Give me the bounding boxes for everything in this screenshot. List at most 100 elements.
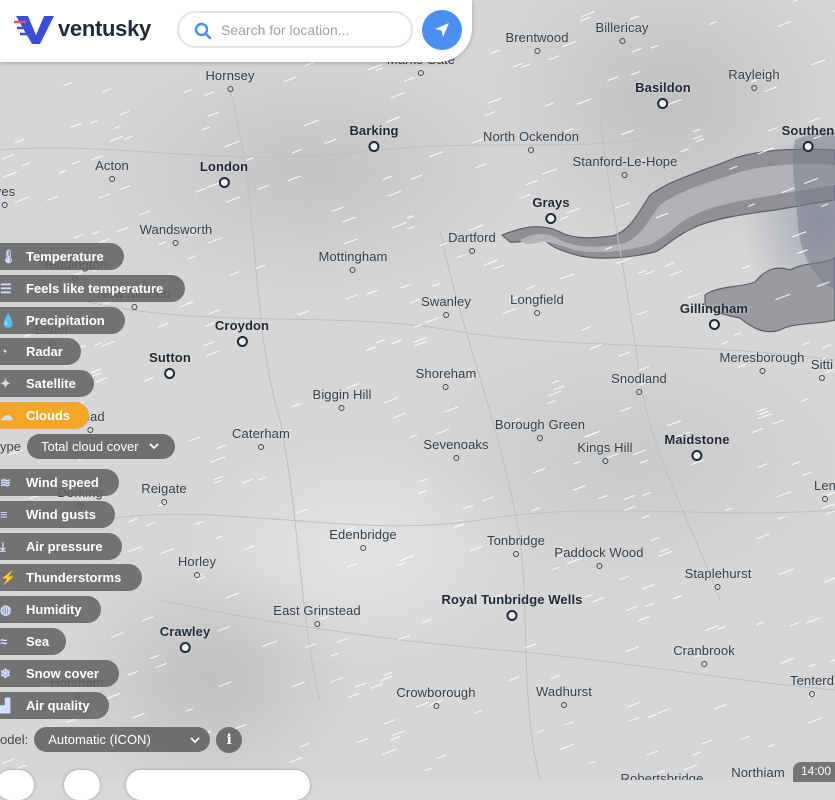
city-marker[interactable]: Dartford — [448, 230, 496, 254]
rain-streak — [113, 125, 121, 129]
city-marker[interactable]: London — [200, 159, 248, 188]
city-marker[interactable]: Staplehurst — [685, 566, 752, 590]
city-marker[interactable]: Southen — [782, 123, 835, 152]
city-dot — [173, 240, 179, 246]
layer-item-thunderstorms[interactable]: ⚡ Thunderstorms — [0, 564, 142, 591]
layer-item-wind-gusts[interactable]: ≡ Wind gusts — [0, 501, 115, 528]
city-marker[interactable]: Rayleigh — [728, 67, 780, 91]
city-marker[interactable]: Wandsworth — [140, 222, 213, 246]
city-marker[interactable]: East Grinstead — [273, 603, 361, 627]
time-indicator[interactable]: 14:00 — [793, 762, 835, 782]
rain-streak — [624, 505, 637, 511]
rain-streak — [512, 62, 523, 68]
rain-streak — [100, 340, 116, 348]
city-marker[interactable]: Basildon — [635, 80, 691, 109]
city-dot — [433, 703, 439, 709]
info-button[interactable]: i — [216, 726, 243, 753]
model-select[interactable]: Automatic (ICON) — [34, 727, 211, 752]
rain-streak — [289, 756, 303, 764]
ventusky-logo[interactable]: ventusky — [14, 12, 151, 46]
city-marker[interactable]: Snodland — [611, 371, 667, 395]
bottom-control-3[interactable] — [126, 770, 310, 800]
rain-streak — [127, 670, 138, 676]
bottom-control-1[interactable] — [0, 770, 34, 800]
city-marker[interactable]: Mottingham — [319, 249, 388, 273]
layer-item-snow-cover[interactable]: ❄ Snow cover — [0, 660, 119, 687]
rain-streak — [755, 533, 771, 540]
layer-item-satellite[interactable]: ✦ Satellite — [0, 370, 94, 397]
city-name: Sevenoaks — [423, 437, 489, 452]
layer-item-feels-like-temperature[interactable]: ☰ Feels like temperature — [0, 275, 185, 302]
search-input[interactable] — [219, 21, 403, 39]
rain-streak — [588, 344, 603, 350]
city-marker[interactable]: Shoreham — [416, 366, 477, 390]
city-marker[interactable]: Hornsey — [205, 68, 254, 92]
city-marker[interactable]: Longfield — [510, 292, 564, 316]
layer-item-humidity[interactable]: ◍ Humidity — [0, 596, 101, 623]
city-marker[interactable]: North Ockendon — [483, 129, 579, 153]
city-marker[interactable]: Cranbrook — [673, 643, 735, 667]
city-marker[interactable]: Billericay — [595, 20, 648, 44]
layer-item-air-quality[interactable]: ▟ Air quality — [0, 692, 109, 719]
city-marker[interactable]: Croydon — [215, 318, 269, 347]
layer-item-temperature[interactable]: 🌡 Temperature — [0, 243, 124, 270]
rain-streak — [391, 730, 405, 737]
search-box[interactable] — [177, 11, 413, 48]
rain-streak — [672, 595, 683, 600]
city-marker[interactable]: Horley — [178, 554, 216, 578]
city-marker[interactable]: Royal Tunbridge Wells — [441, 592, 582, 621]
city-marker[interactable]: Stanford-Le-Hope — [573, 154, 678, 178]
rain-streak — [224, 140, 240, 148]
city-marker[interactable]: Sitti — [811, 357, 833, 381]
city-marker[interactable]: Paddock Wood — [554, 545, 643, 569]
rain-streak — [670, 270, 683, 276]
rain-streak — [656, 708, 669, 715]
city-marker[interactable]: Swanley — [421, 294, 471, 318]
city-marker[interactable]: Crawley — [160, 624, 211, 653]
city-marker[interactable]: Barking — [349, 123, 398, 152]
weather-map[interactable]: HornseyMarks GateBrentwoodBillericayBasi… — [0, 0, 835, 780]
city-marker[interactable]: Brentwood — [505, 30, 568, 54]
city-marker[interactable]: Biggin Hill — [313, 387, 372, 411]
city-marker[interactable]: Gillingham — [680, 301, 748, 330]
rain-streak — [808, 117, 821, 123]
city-marker[interactable]: Sutton — [149, 350, 191, 379]
rain-streak — [89, 119, 98, 124]
city-marker[interactable]: Meresborough — [719, 350, 804, 374]
city-marker[interactable]: Sevenoaks — [423, 437, 489, 461]
city-name: Tenterd — [789, 673, 835, 688]
city-marker[interactable]: Crowborough — [396, 685, 475, 709]
rain-streak — [432, 282, 441, 287]
city-marker[interactable]: Len — [814, 478, 835, 502]
layer-item-precipitation[interactable]: 💧 Precipitation — [0, 307, 125, 334]
rain-streak — [283, 76, 296, 83]
city-marker[interactable]: Acton — [95, 158, 129, 182]
city-marker[interactable]: Tenterd — [790, 673, 834, 697]
city-marker[interactable]: Caterham — [232, 426, 290, 450]
city-marker[interactable]: Maidstone — [664, 432, 729, 461]
city-marker[interactable]: Reigate — [141, 481, 187, 505]
rain-streak — [157, 322, 169, 328]
city-marker[interactable]: Borough Green — [495, 417, 585, 441]
city-name: Stanford-Le-Hope — [572, 154, 678, 169]
city-marker[interactable]: Northiam — [731, 765, 785, 780]
cloud-type-select[interactable]: Total cloud cover — [26, 433, 175, 459]
layer-item-radar[interactable]: ◔ Radar — [0, 338, 81, 365]
model-selector-row: odel: Automatic (ICON) i — [0, 726, 243, 753]
city-marker[interactable]: yes — [0, 184, 15, 208]
layer-item-wind-speed[interactable]: ≋ Wind speed — [0, 469, 119, 496]
rain-streak — [739, 735, 751, 741]
city-marker[interactable]: Edenbridge — [329, 527, 397, 551]
layer-item-sea[interactable]: ≈ Sea — [0, 628, 66, 655]
city-marker[interactable]: Tonbridge — [487, 533, 545, 557]
city-marker[interactable]: Robertsbridge — [621, 771, 704, 780]
bottom-control-2[interactable] — [64, 770, 100, 800]
city-marker[interactable]: Wadhurst — [536, 684, 592, 708]
locate-button[interactable] — [422, 10, 462, 50]
wind-icon: ≋ — [0, 474, 11, 490]
city-marker[interactable]: Kings Hill — [577, 440, 632, 464]
layer-item-air-pressure[interactable]: ⤓ Air pressure — [0, 533, 122, 560]
layer-item-clouds[interactable]: ☁ Clouds — [0, 402, 89, 429]
rain-streak — [399, 283, 412, 289]
city-marker[interactable]: Grays — [532, 195, 570, 224]
